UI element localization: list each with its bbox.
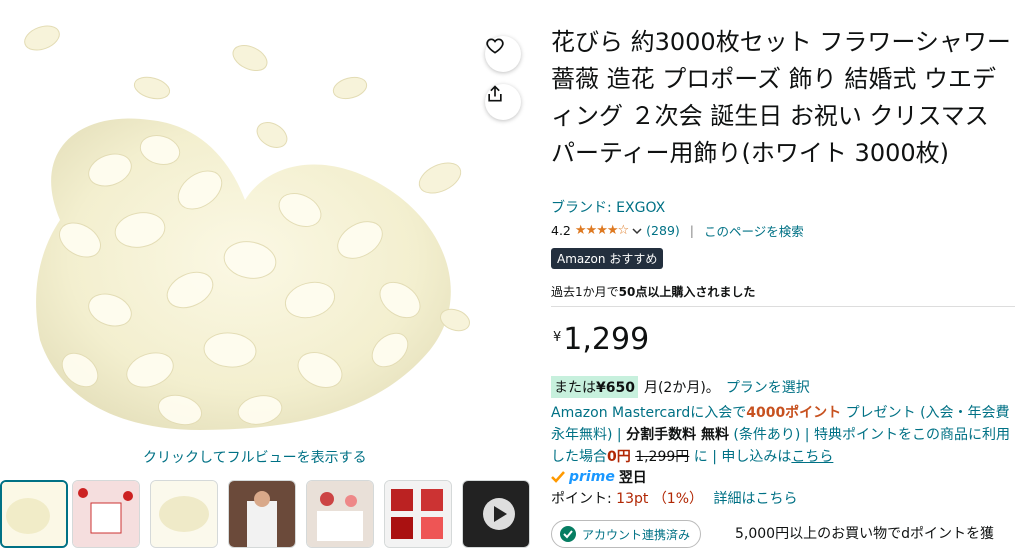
chevron-down-icon[interactable] — [632, 226, 642, 236]
thumbnail-2[interactable] — [72, 480, 140, 548]
check-circle-icon — [560, 526, 576, 542]
check-icon — [551, 471, 565, 483]
prime-logo: prime — [569, 469, 615, 485]
select-plan-link[interactable]: プランを選択 — [726, 377, 810, 397]
mastercard-strike-price: 1,299円 — [635, 449, 690, 465]
mastercard-apply-link[interactable]: こちら — [791, 449, 833, 465]
account-linked-label: アカウント連携済み — [582, 527, 691, 542]
thumbnail-6[interactable] — [384, 480, 452, 548]
points-detail-link[interactable]: 詳細はこちら — [713, 491, 797, 507]
wishlist-heart-button[interactable] — [485, 36, 521, 72]
currency-symbol: ¥ — [553, 330, 562, 345]
installment-highlight: または¥650 — [551, 376, 638, 398]
price-amount: 1,299 — [563, 322, 650, 357]
video-thumbnail[interactable] — [462, 480, 530, 548]
brand-link[interactable]: ブランド: EXGOX — [551, 197, 665, 217]
bought-count: 過去1か月で50点以上購入されました — [551, 283, 755, 300]
heart-icon — [486, 38, 504, 54]
mastercard-fee-free: 分割手数料 無料 — [626, 427, 729, 443]
separator: | — [689, 223, 695, 238]
account-linked-pill[interactable]: アカウント連携済み — [551, 520, 702, 548]
review-count-link[interactable]: (289) — [646, 223, 680, 238]
delivery-day: 翌日 — [618, 470, 647, 486]
amazon-choice-badge: Amazon おすすめ — [551, 248, 664, 269]
points-row: ポイント: 13pt （1%） 詳細はこちら — [551, 488, 797, 508]
divider — [551, 306, 1015, 307]
thumbnail-1[interactable] — [0, 480, 68, 548]
thumbnail-image — [229, 481, 295, 547]
thumbnail-5[interactable] — [306, 480, 374, 548]
dpoint-text: 5,000円以上のお買い物でdポイントを獲 — [735, 526, 994, 542]
fullview-link[interactable]: クリックしてフルビューを表示する — [143, 447, 367, 467]
thumbnail-image — [2, 482, 66, 546]
product-title: 花びら 約3000枚セット フラワーシャワー 薔薇 造花 プロポーズ 飾り 結婚… — [551, 28, 1011, 167]
installment-row: または¥650 月(2か月)。 プランを選択 — [551, 376, 810, 398]
thumbnail-4[interactable] — [228, 480, 296, 548]
thumbnail-image — [307, 481, 373, 547]
mastercard-points: 4000ポイント — [746, 405, 842, 421]
mastercard-zero-yen: 0円 — [607, 449, 631, 465]
bought-bold: 50点以上購入されました — [618, 285, 756, 299]
search-page-link[interactable]: このページを検索 — [704, 221, 804, 240]
mastercard-promo[interactable]: Amazon Mastercardに入会で4000ポイント プレゼント (入会・… — [551, 402, 1016, 468]
installment-suffix: 月(2か月)。 — [643, 380, 720, 396]
thumbnail-image — [385, 481, 451, 547]
rating-score: 4.2 — [551, 223, 571, 238]
thumbnail-image — [151, 481, 217, 547]
rating-row: 4.2 ★★★★☆ (289) | このページを検索 — [551, 221, 804, 240]
star-rating-icon[interactable]: ★★★★☆ — [575, 223, 629, 238]
thumbnail-image — [73, 481, 139, 547]
rose-petals-heart-image — [24, 25, 471, 430]
thumbnail-strip — [0, 480, 540, 552]
share-icon — [488, 85, 502, 102]
mastercard-text-1: Amazon Mastercardに入会で — [551, 405, 747, 421]
main-product-image[interactable]: クリックしてフルビューを表示する — [0, 0, 540, 470]
thumbnail-3[interactable] — [150, 480, 218, 548]
bought-prefix: 過去1か月で — [551, 285, 619, 299]
prime-delivery: prime 翌日 — [551, 467, 647, 487]
installment-amount: ¥650 — [596, 380, 635, 396]
share-button[interactable] — [485, 84, 521, 120]
video-thumbnail-image — [463, 481, 529, 547]
points-value: 13pt （1%） — [616, 491, 704, 507]
installment-prefix: または — [554, 380, 596, 396]
price: ¥ 1,299 — [553, 322, 649, 357]
mastercard-text-4: に | 申し込みは — [689, 449, 792, 465]
points-label: ポイント: — [551, 491, 617, 507]
